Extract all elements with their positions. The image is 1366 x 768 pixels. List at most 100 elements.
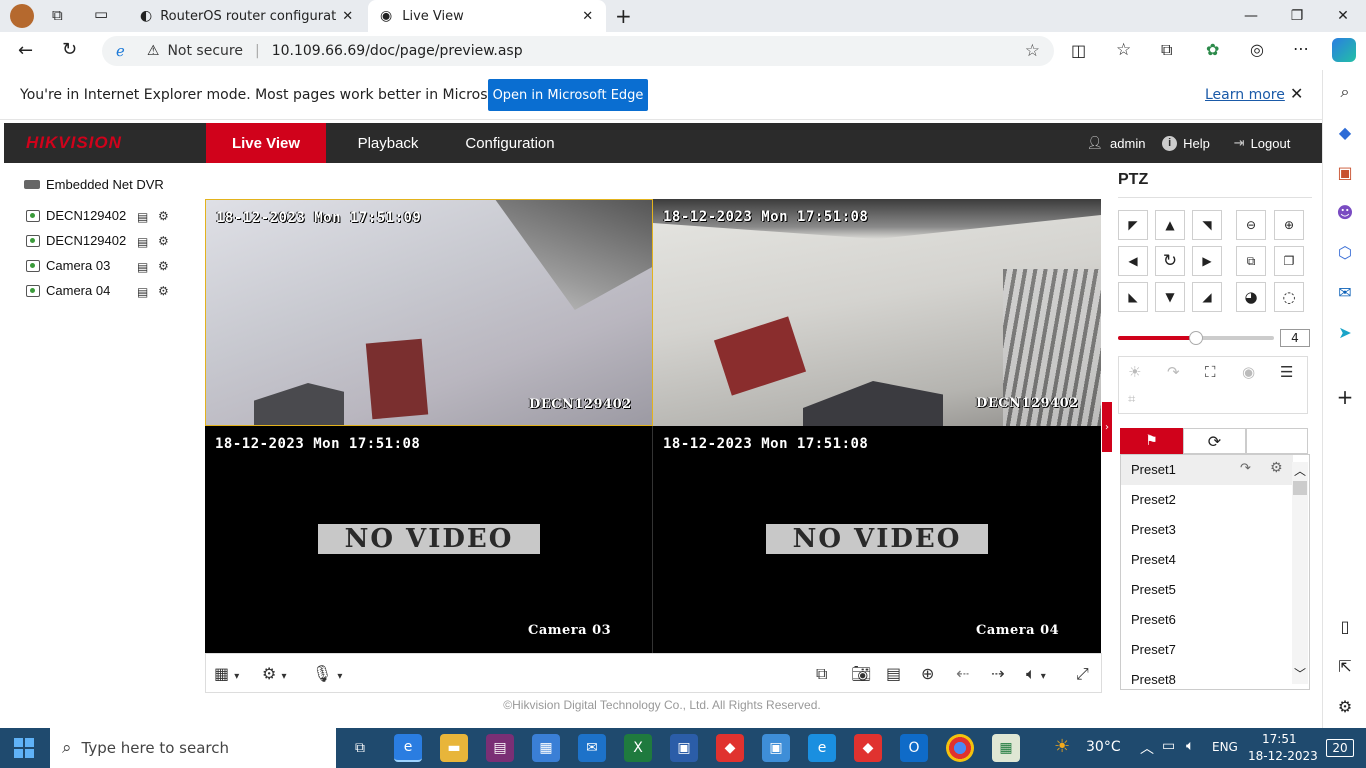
clock-date[interactable]: 18-12-2023	[1248, 749, 1318, 763]
warning-icon[interactable]: ⚠	[147, 43, 160, 59]
nav-configuration[interactable]: Configuration	[454, 123, 566, 163]
ptz-down-left[interactable]: ◣	[1118, 282, 1148, 312]
zoom-in-icon[interactable]: ⊕	[1274, 210, 1304, 240]
speed-slider-knob[interactable]	[1189, 331, 1203, 345]
collections-icon[interactable]: ⧉	[1161, 40, 1172, 60]
restore-icon[interactable]: ❐	[1274, 0, 1320, 32]
close-window-icon[interactable]: ✕	[1320, 0, 1366, 32]
nav-playback[interactable]: Playback	[336, 123, 440, 163]
ptz-up-right[interactable]: ◥	[1192, 210, 1222, 240]
anydesk-icon[interactable]: ◆	[854, 734, 882, 762]
capture-icon[interactable]: 📷︎	[851, 664, 871, 683]
back-icon[interactable]: ←	[18, 40, 33, 61]
scroll-down-icon[interactable]: ﹀	[1292, 665, 1308, 682]
record-icon[interactable]: ▤	[137, 235, 148, 249]
video-cell-2[interactable]: 18-12-2023 Mon 17:51:08 DECN129402	[653, 199, 1101, 426]
preset-item[interactable]: Preset2	[1131, 492, 1176, 507]
light-icon[interactable]: ☀	[1128, 363, 1141, 381]
favorites-icon[interactable]: ☆	[1116, 40, 1131, 60]
stream-icon[interactable]: ⚙	[158, 259, 169, 273]
favorite-star-icon[interactable]: ☆	[1025, 41, 1040, 61]
remote-desktop-icon[interactable]: ▣	[762, 734, 790, 762]
tab-routeros[interactable]: ◐ RouterOS router configuration p ✕	[128, 0, 366, 32]
edge-copilot-icon[interactable]	[1332, 38, 1356, 62]
stream-type-icon[interactable]: ⚙ ▾	[262, 664, 286, 683]
stream-icon[interactable]: ⚙	[158, 284, 169, 298]
refresh-icon[interactable]: ↻	[62, 39, 77, 60]
record-icon[interactable]: ▤	[137, 285, 148, 299]
tools-icon[interactable]: ▣	[1333, 160, 1357, 184]
split-screen-icon[interactable]: ◫	[1071, 41, 1086, 60]
workspaces-icon[interactable]: ⧉	[52, 6, 63, 24]
video-cell-1[interactable]: 18-12-2023 Mon 17:51:09 DECN129402	[205, 199, 653, 426]
scroll-thumb[interactable]	[1293, 481, 1307, 495]
nav-live-view[interactable]: Live View	[206, 123, 326, 163]
profile-avatar[interactable]	[10, 4, 34, 28]
channel-item[interactable]: DECN129402	[26, 208, 126, 223]
previous-page-icon[interactable]: ⇠	[956, 664, 969, 683]
record-all-icon[interactable]: ▤	[886, 664, 901, 683]
clock-time[interactable]: 17:51	[1262, 732, 1297, 746]
preset-item[interactable]: Preset6	[1131, 612, 1176, 627]
sheet-app-icon[interactable]: ▦	[992, 734, 1020, 762]
task-view-icon[interactable]: ⧉	[346, 734, 374, 762]
preset-item[interactable]: Preset8	[1131, 672, 1176, 687]
user-menu[interactable]: 👤︎ admin	[1076, 123, 1156, 163]
open-external-icon[interactable]: ⇱	[1333, 654, 1357, 678]
ptz-up-left[interactable]: ◤	[1118, 210, 1148, 240]
preset-tab[interactable]: ⚑	[1120, 428, 1183, 454]
next-page-icon[interactable]: ⇢	[991, 664, 1004, 683]
taskbar-search[interactable]: ⌕ Type here to search	[50, 728, 336, 768]
file-explorer-icon[interactable]: ▬	[440, 734, 468, 762]
notification-badge[interactable]: 20	[1326, 739, 1354, 757]
open-in-edge-button[interactable]: Open in Microsoft Edge	[488, 79, 648, 111]
device-tree-root[interactable]: Embedded Net DVR	[24, 177, 164, 192]
lens-init-icon[interactable]: ◉	[1242, 363, 1255, 381]
pattern-tab[interactable]	[1246, 428, 1308, 454]
ie-mode-icon[interactable]: ℯ	[116, 42, 125, 60]
start-icon[interactable]	[14, 738, 34, 758]
extensions-icon[interactable]: ✿	[1206, 40, 1219, 59]
ptz-left[interactable]: ◀	[1118, 246, 1148, 276]
drop-icon[interactable]: ➤	[1333, 320, 1357, 344]
window-split-icon[interactable]: ▦ ▾	[214, 664, 239, 683]
app-icon[interactable]: ▣	[670, 734, 698, 762]
outlook-icon[interactable]: ✉	[1333, 280, 1357, 304]
patrol-tab[interactable]: ⟳	[1183, 428, 1246, 454]
scroll-up-icon[interactable]: ︿	[1292, 462, 1308, 479]
minimize-icon[interactable]: —	[1228, 0, 1274, 32]
edge-app-icon[interactable]: e	[394, 734, 422, 762]
preset-item[interactable]: Preset3	[1131, 522, 1176, 537]
preset-item[interactable]: Preset4	[1131, 552, 1176, 567]
address-bar[interactable]: ℯ ⚠ Not secure | 10.109.66.69/doc/page/p…	[102, 36, 1054, 66]
more-menu-icon[interactable]: ⋯	[1293, 39, 1309, 58]
preset-scrollbar[interactable]: ︿ ﹀	[1292, 462, 1308, 684]
focus-far-icon[interactable]: ❐	[1274, 246, 1304, 276]
record-icon[interactable]: ▤	[137, 210, 148, 224]
fullscreen-icon[interactable]: ⤢	[1076, 664, 1089, 684]
manual-track-icon[interactable]: ⌗	[1128, 392, 1135, 407]
anydesk-icon[interactable]: ◆	[716, 734, 744, 762]
weather-temp[interactable]: 30°C	[1086, 739, 1121, 755]
digital-zoom-icon[interactable]: ⊕	[921, 664, 934, 683]
tray-chevron-icon[interactable]: ︿	[1140, 738, 1154, 758]
stop-all-icon[interactable]: ⧉	[816, 664, 827, 684]
menu-icon[interactable]: ☰	[1280, 363, 1293, 381]
iris-open-icon[interactable]: ◕	[1236, 282, 1266, 312]
volume-icon[interactable]: 🔈︎	[1186, 738, 1194, 754]
tab-actions-icon[interactable]: ▭	[94, 5, 108, 23]
call-preset-icon[interactable]: ↷	[1240, 461, 1251, 476]
excel-icon[interactable]: X	[624, 734, 652, 762]
settings-icon[interactable]: ⚙	[1333, 694, 1357, 718]
winrar-icon[interactable]: ▤	[486, 734, 514, 762]
zoom-out-icon[interactable]: ⊖	[1236, 210, 1266, 240]
ptz-collapse-handle[interactable]: ›	[1102, 402, 1112, 452]
channel-item[interactable]: Camera 04	[26, 283, 110, 298]
stream-icon[interactable]: ⚙	[158, 209, 169, 223]
internet-explorer-icon[interactable]: e	[808, 734, 836, 762]
preset-item[interactable]: Preset7	[1131, 642, 1176, 657]
outlook-icon[interactable]: O	[900, 734, 928, 762]
ptz-up[interactable]: ▲	[1155, 210, 1185, 240]
new-tab-icon[interactable]: +	[615, 4, 632, 28]
iris-close-icon[interactable]: ◌	[1274, 282, 1304, 312]
